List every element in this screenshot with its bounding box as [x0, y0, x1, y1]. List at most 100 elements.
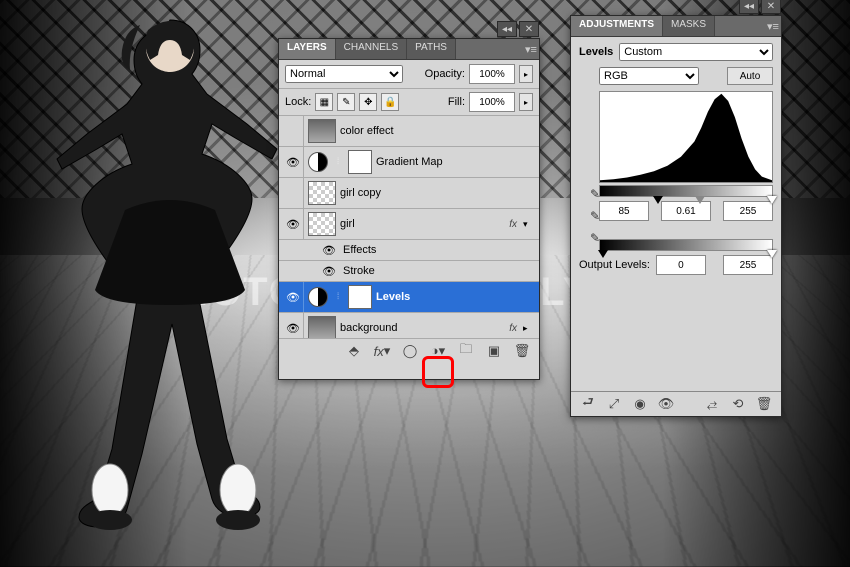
layers-list[interactable]: color effect 👁 𝄄 Gradient Map girl copy …	[279, 116, 539, 338]
reset-button[interactable]: ⟲	[729, 395, 747, 413]
mask-thumbnail[interactable]	[348, 150, 372, 174]
subject-figure	[40, 10, 310, 540]
adjustment-icon[interactable]	[308, 287, 328, 307]
layers-blend-row: Normal Opacity: ▸	[279, 60, 539, 89]
previous-state-button[interactable]: ⥄	[703, 395, 721, 413]
fx-expand-toggle[interactable]: ▾	[523, 219, 535, 230]
adjustments-panel-tabs: ADJUSTMENTS MASKS ▾≡	[571, 16, 781, 37]
new-layer-button[interactable]: ▣	[485, 342, 503, 360]
layer-row[interactable]: 👁 background fx ▸	[279, 313, 539, 338]
link-icon: 𝄄	[332, 291, 344, 303]
visibility-toggle[interactable]: 👁	[283, 209, 304, 239]
adjustment-title: Levels	[579, 46, 613, 58]
fx-indicator[interactable]: fx	[509, 323, 517, 334]
layers-footer: ⬘ fx▾ ◯ ◑▾ 🗀 ▣ 🗑	[279, 338, 539, 363]
layer-name[interactable]: background	[340, 322, 505, 334]
lock-transparency-button[interactable]: ▦	[315, 93, 333, 111]
input-white-field[interactable]	[723, 201, 773, 221]
layer-thumbnail[interactable]	[308, 316, 336, 338]
tab-adjustments[interactable]: ADJUSTMENTS	[571, 16, 663, 36]
new-group-button[interactable]: 🗀	[457, 342, 475, 360]
fill-input[interactable]	[469, 92, 515, 112]
layer-row[interactable]: girl copy	[279, 178, 539, 209]
link-layers-button[interactable]: ⬘	[345, 342, 363, 360]
input-levels-ramp[interactable]	[599, 185, 773, 197]
layer-effect-stroke-row[interactable]: 👁 Stroke	[279, 261, 539, 282]
white-point-slider[interactable]	[767, 196, 777, 204]
output-white-field[interactable]	[723, 255, 773, 275]
effect-name[interactable]: Stroke	[343, 265, 535, 277]
toggle-visibility-button[interactable]: 👁	[657, 395, 675, 413]
visibility-toggle[interactable]: 👁	[283, 147, 304, 177]
clip-to-layer-button[interactable]: ◉	[631, 395, 649, 413]
layer-name[interactable]: Gradient Map	[376, 156, 535, 168]
layer-thumbnail[interactable]	[308, 119, 336, 143]
fx-indicator[interactable]: fx	[509, 219, 517, 230]
midpoint-slider[interactable]	[695, 196, 705, 204]
visibility-toggle[interactable]	[283, 178, 304, 208]
lock-pixels-button[interactable]: ✎	[337, 93, 355, 111]
opacity-slider-button[interactable]: ▸	[519, 65, 533, 83]
layer-name[interactable]: Levels	[376, 291, 535, 303]
layer-effects-row[interactable]: 👁 Effects	[279, 240, 539, 261]
panel-menu-button[interactable]: ▾≡	[523, 39, 539, 59]
adjustment-icon[interactable]	[308, 152, 328, 172]
layer-row[interactable]: 👁 𝄄 Gradient Map	[279, 147, 539, 178]
visibility-toggle[interactable]	[283, 116, 304, 146]
panel-close-button[interactable]: ✕	[519, 21, 539, 37]
visibility-toggle[interactable]: 👁	[319, 261, 339, 281]
output-white-slider[interactable]	[767, 250, 777, 258]
return-to-list-button[interactable]: ⮐	[579, 395, 597, 413]
tab-masks[interactable]: MASKS	[663, 16, 715, 36]
panel-menu-button[interactable]: ▾≡	[765, 16, 781, 36]
layers-lock-row: Lock: ▦ ✎ ✥ 🔒 Fill: ▸	[279, 89, 539, 116]
fx-expand-toggle[interactable]: ▸	[523, 323, 535, 334]
effects-label: Effects	[343, 244, 535, 256]
lock-position-button[interactable]: ✥	[359, 93, 377, 111]
fill-label: Fill:	[448, 96, 465, 108]
fill-slider-button[interactable]: ▸	[519, 93, 533, 111]
new-adjustment-layer-button[interactable]: ◑▾	[429, 342, 447, 360]
delete-adjustment-button[interactable]: 🗑	[755, 395, 773, 413]
output-black-field[interactable]	[656, 255, 706, 275]
expand-view-button[interactable]: ⤢	[605, 395, 623, 413]
opacity-label: Opacity:	[425, 68, 465, 80]
layer-thumbnail[interactable]	[308, 181, 336, 205]
panel-collapse-button[interactable]: ◂◂	[497, 21, 517, 37]
lock-all-button[interactable]: 🔒	[381, 93, 399, 111]
channel-select[interactable]: RGB	[599, 67, 699, 85]
gray-point-eyedropper-icon[interactable]: ✎	[587, 208, 603, 224]
opacity-input[interactable]	[469, 64, 515, 84]
visibility-toggle[interactable]: 👁	[283, 282, 304, 312]
auto-button[interactable]: Auto	[727, 67, 773, 85]
input-black-field[interactable]	[599, 201, 649, 221]
black-point-slider[interactable]	[653, 196, 663, 204]
tab-paths[interactable]: PATHS	[407, 39, 456, 59]
visibility-toggle[interactable]: 👁	[319, 240, 339, 260]
tab-channels[interactable]: CHANNELS	[336, 39, 407, 59]
visibility-toggle[interactable]: 👁	[283, 313, 304, 338]
layer-name[interactable]: girl copy	[340, 187, 535, 199]
layer-name[interactable]: girl	[340, 218, 505, 230]
layer-row[interactable]: color effect	[279, 116, 539, 147]
blend-mode-select[interactable]: Normal	[285, 65, 403, 83]
tab-layers[interactable]: LAYERS	[279, 39, 336, 59]
layer-row[interactable]: 👁 girl fx ▾	[279, 209, 539, 240]
adjustments-panel: ◂◂ ✕ ADJUSTMENTS MASKS ▾≡ Levels Custom …	[570, 15, 782, 417]
layer-thumbnail[interactable]	[308, 212, 336, 236]
mask-thumbnail[interactable]	[348, 285, 372, 309]
output-levels-ramp[interactable]	[599, 239, 773, 251]
layer-style-button[interactable]: fx▾	[373, 342, 391, 360]
output-levels-label: Output Levels:	[579, 259, 650, 271]
adjustments-footer: ⮐ ⤢ ◉ 👁 ⥄ ⟲ 🗑	[571, 391, 781, 416]
output-black-slider[interactable]	[598, 250, 608, 258]
delete-layer-button[interactable]: 🗑	[513, 342, 531, 360]
levels-preset-select[interactable]: Custom	[619, 43, 773, 61]
panel-close-button[interactable]: ✕	[761, 0, 781, 14]
layer-name[interactable]: color effect	[340, 125, 535, 137]
panel-collapse-button[interactable]: ◂◂	[739, 0, 759, 14]
layer-row-selected[interactable]: 👁 𝄄 Levels	[279, 282, 539, 313]
levels-histogram	[599, 91, 773, 183]
input-mid-field[interactable]	[661, 201, 711, 221]
add-mask-button[interactable]: ◯	[401, 342, 419, 360]
